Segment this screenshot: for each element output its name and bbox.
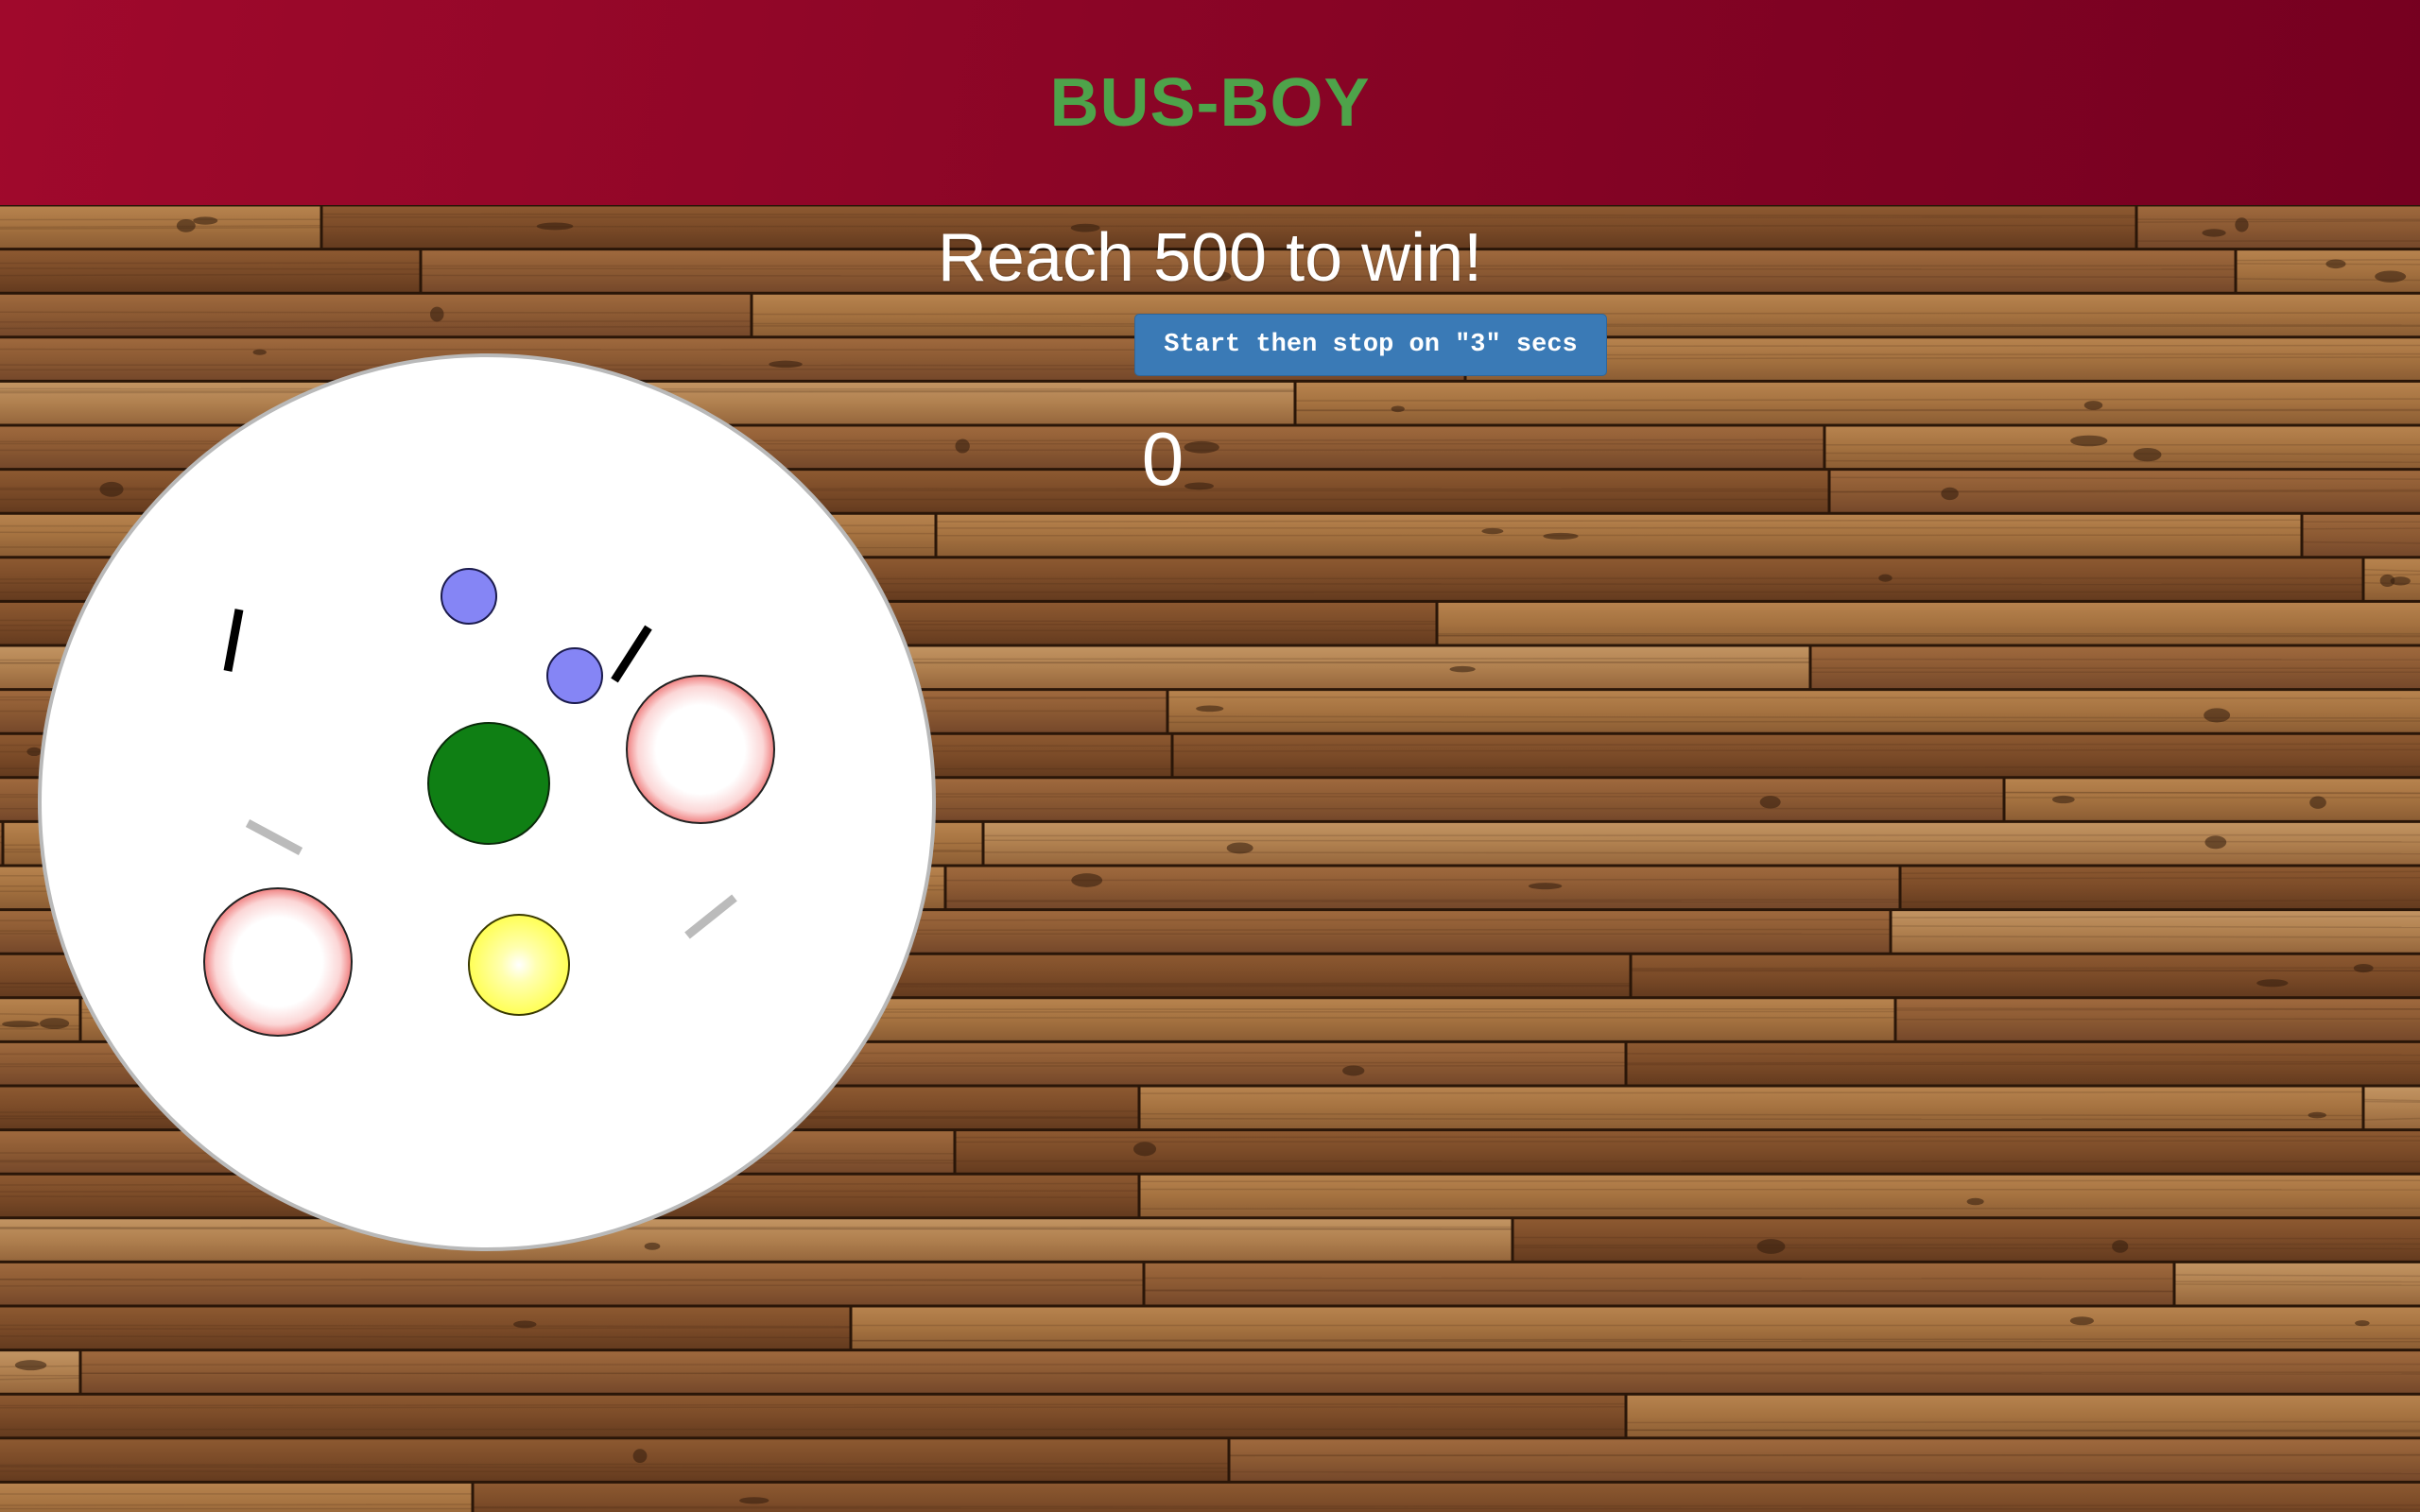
blue-cup-icon[interactable]: [441, 568, 497, 625]
yellow-food-icon[interactable]: [468, 914, 570, 1016]
goal-text: Reach 500 to win!: [937, 220, 1483, 296]
game-table[interactable]: [36, 352, 938, 1253]
score-counter: 0: [1141, 417, 1184, 501]
header-bar: BUS-BOY: [0, 0, 2420, 205]
plate-icon[interactable]: [203, 887, 353, 1037]
blue-cup-icon[interactable]: [546, 647, 603, 704]
app-title: BUS-BOY: [1049, 64, 1371, 141]
green-food-icon[interactable]: [427, 722, 550, 845]
start-stop-button[interactable]: Start then stop on "3" secs: [1134, 314, 1607, 376]
plate-icon[interactable]: [626, 675, 775, 824]
